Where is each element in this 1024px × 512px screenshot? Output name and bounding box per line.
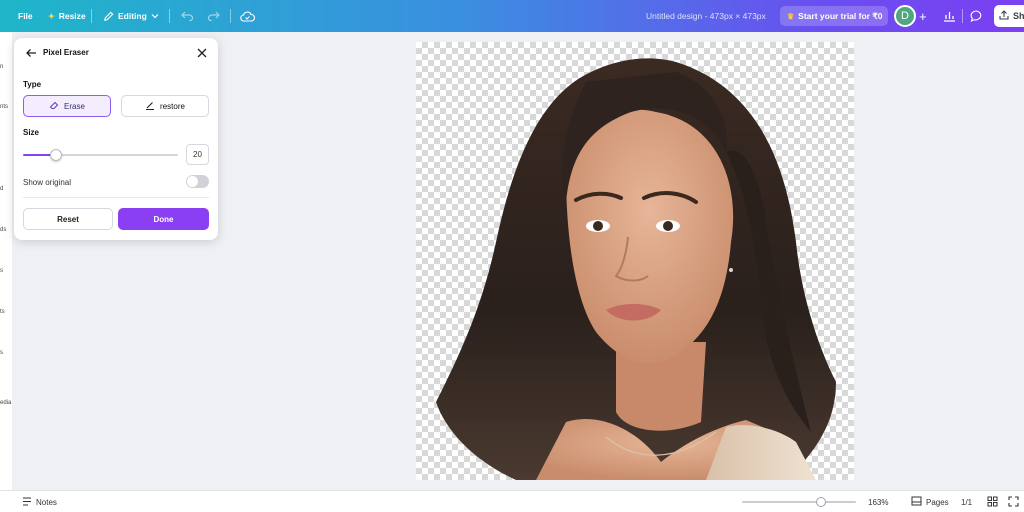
reset-button[interactable]: Reset xyxy=(23,208,113,230)
page-count[interactable]: 1/1 xyxy=(961,491,972,512)
design-title[interactable]: Untitled design - 473px × 473px xyxy=(646,0,766,32)
rail-label[interactable]: n xyxy=(0,64,3,70)
undo-button[interactable] xyxy=(181,0,194,32)
pages-button[interactable]: Pages xyxy=(911,491,949,512)
zoom-slider[interactable] xyxy=(742,497,856,507)
portrait-photo[interactable] xyxy=(416,42,854,480)
toggle-knob xyxy=(187,176,198,187)
size-value-input[interactable]: 20 xyxy=(186,144,209,165)
undo-icon xyxy=(181,11,194,21)
resize-button[interactable]: ✦ Resize xyxy=(48,0,86,32)
done-label: Done xyxy=(153,214,174,224)
eraser-icon xyxy=(49,100,59,112)
add-collaborator-button[interactable]: + xyxy=(919,0,927,32)
design-title-text: Untitled design - 473px × 473px xyxy=(646,11,766,21)
pages-label: Pages xyxy=(926,497,949,507)
divider xyxy=(91,9,92,23)
panel-title: Pixel Eraser xyxy=(43,48,89,57)
rail-label[interactable]: d xyxy=(0,186,3,192)
type-label: Type xyxy=(23,80,42,89)
divider xyxy=(962,9,963,23)
avatar-letter: D xyxy=(901,10,909,22)
bar-chart-icon xyxy=(943,10,956,22)
chevron-down-icon xyxy=(151,12,159,20)
notes-icon xyxy=(22,496,32,508)
divider xyxy=(23,197,209,198)
brush-icon xyxy=(145,100,155,112)
rail-label[interactable]: s xyxy=(0,268,3,274)
editing-mode-dropdown[interactable]: Editing xyxy=(103,0,159,32)
bottom-toolbar: Notes 163% Pages 1/1 xyxy=(0,490,1024,512)
top-toolbar: File ✦ Resize Editing Untitled design - … xyxy=(0,0,1024,32)
plus-icon: + xyxy=(919,8,927,24)
grid-view-button[interactable] xyxy=(987,491,998,512)
grid-icon xyxy=(987,496,998,509)
rail-label[interactable]: nts xyxy=(0,104,8,110)
comments-button[interactable] xyxy=(970,0,983,32)
resize-label: Resize xyxy=(58,11,86,21)
fullscreen-button[interactable] xyxy=(1008,491,1019,512)
show-original-label: Show original xyxy=(23,178,72,187)
cloud-check-icon xyxy=(240,11,255,22)
editing-label: Editing xyxy=(118,11,147,21)
upload-icon xyxy=(999,10,1009,22)
rail-label[interactable]: ts xyxy=(0,309,5,315)
show-original-toggle[interactable] xyxy=(186,175,209,188)
redo-button[interactable] xyxy=(207,0,220,32)
erase-button[interactable]: Erase xyxy=(23,95,111,117)
divider xyxy=(230,9,231,23)
size-label: Size xyxy=(23,128,40,137)
zoom-value: 163% xyxy=(868,497,889,507)
share-label: Sh xyxy=(1013,11,1024,21)
design-page[interactable] xyxy=(416,42,854,480)
side-panel-rail: n nts d ds s ts s edia xyxy=(0,32,12,490)
redo-icon xyxy=(207,11,220,21)
fullscreen-icon xyxy=(1008,495,1019,509)
crown-icon: ♛ xyxy=(787,11,795,21)
rail-label[interactable]: s xyxy=(0,350,3,356)
size-slider-thumb[interactable] xyxy=(49,149,62,161)
erase-label: Erase xyxy=(64,101,85,111)
size-value: 20 xyxy=(193,150,202,159)
cloud-sync-button[interactable] xyxy=(240,0,255,32)
restore-button[interactable]: restore xyxy=(121,95,209,117)
start-trial-button[interactable]: ♛ Start your trial for ₹0 xyxy=(780,6,888,26)
pages-icon xyxy=(911,496,922,508)
rail-label[interactable]: edia xyxy=(0,400,11,406)
comment-icon xyxy=(970,10,983,22)
notes-button[interactable]: Notes xyxy=(22,491,57,512)
size-slider[interactable] xyxy=(23,149,178,161)
page-count-value: 1/1 xyxy=(961,497,973,507)
back-arrow-icon[interactable] xyxy=(24,46,38,60)
zoom-level[interactable]: 163% xyxy=(868,491,888,512)
close-icon[interactable] xyxy=(195,46,209,60)
pixel-eraser-panel: Pixel Eraser Type Erase restore Size 20 … xyxy=(14,38,218,240)
zoom-slider-thumb[interactable] xyxy=(816,497,826,507)
pencil-icon xyxy=(103,11,114,22)
sparkle-icon: ✦ xyxy=(48,11,55,21)
restore-label: restore xyxy=(160,101,185,111)
file-menu[interactable]: File xyxy=(18,0,33,32)
file-label: File xyxy=(18,11,33,21)
divider xyxy=(169,9,170,23)
avatar[interactable]: D xyxy=(894,5,916,27)
reset-label: Reset xyxy=(57,214,79,224)
rail-label[interactable]: ds xyxy=(0,227,6,233)
trial-label: Start your trial for ₹0 xyxy=(798,10,883,21)
notes-label: Notes xyxy=(36,497,57,507)
done-button[interactable]: Done xyxy=(118,208,209,230)
insights-button[interactable] xyxy=(943,0,956,32)
share-button[interactable]: Sh xyxy=(994,5,1024,27)
